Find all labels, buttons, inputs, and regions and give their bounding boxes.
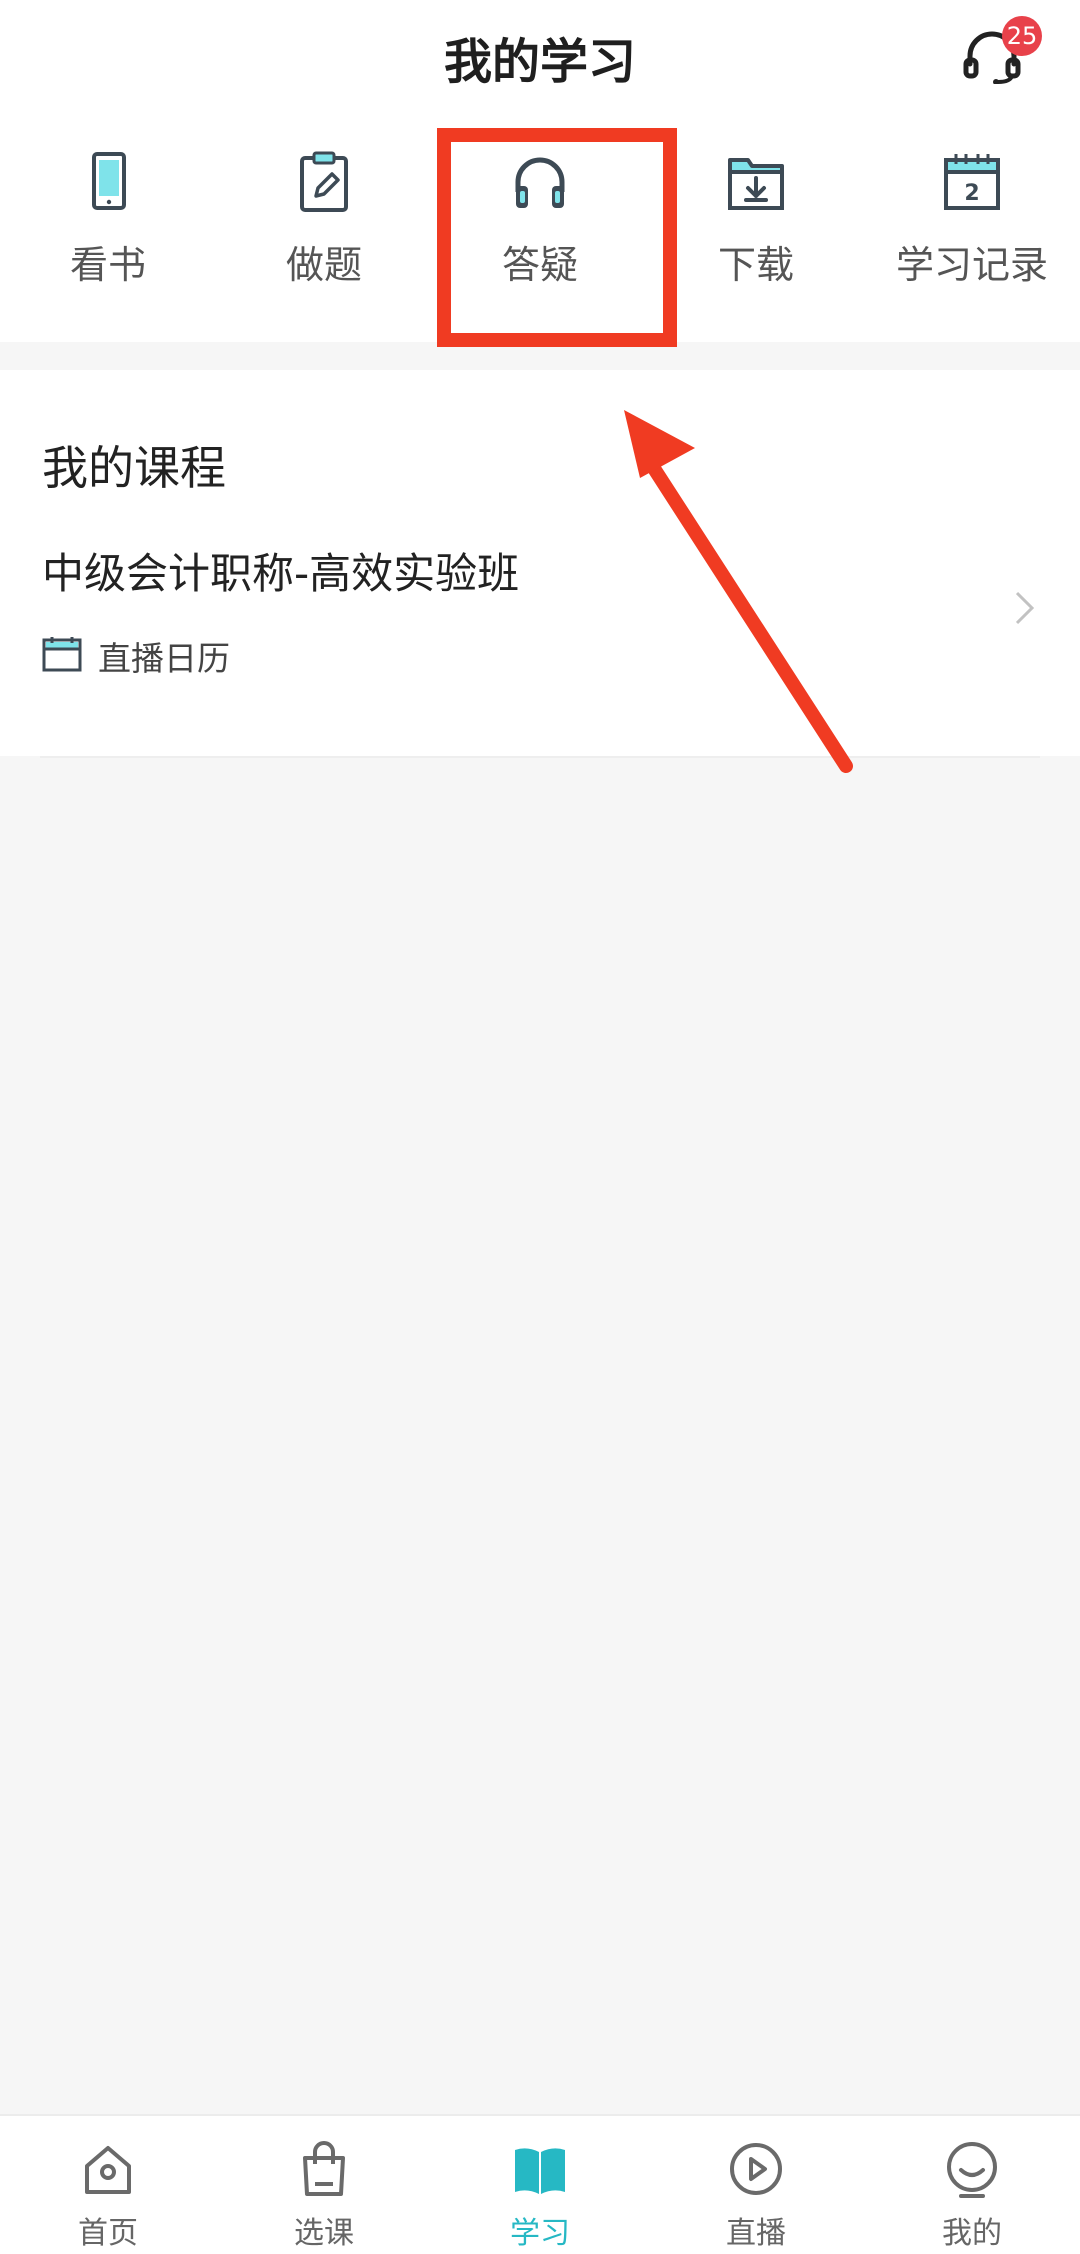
quick-action-read[interactable]: 看书 xyxy=(0,150,216,290)
tab-label: 学习 xyxy=(510,2216,570,2251)
header: 我的学习 25 看书 做题 答疑 下载 2 学习记录 xyxy=(0,0,1080,347)
quick-action-download[interactable]: 下载 xyxy=(648,150,864,290)
open-book-icon xyxy=(515,2148,565,2194)
quick-action-label: 看书 xyxy=(69,243,146,287)
tab-home[interactable]: 首页 xyxy=(0,2116,216,2254)
tab-courses[interactable]: 选课 xyxy=(216,2116,432,2254)
quick-action-label: 学习记录 xyxy=(895,243,1048,287)
tab-label: 选课 xyxy=(294,2216,354,2251)
clipboard-edit-icon xyxy=(300,151,348,212)
calendar-icon: 2 xyxy=(944,154,1000,210)
smiley-face-icon xyxy=(947,2142,997,2198)
notification-badge: 25 xyxy=(1002,16,1042,56)
quick-action-label: 下载 xyxy=(717,243,794,287)
download-folder-icon xyxy=(728,158,784,210)
tab-label: 首页 xyxy=(78,2216,138,2251)
course-list-item[interactable]: 中级会计职称-高效实验班 直播日历 xyxy=(0,540,1080,730)
tab-label: 直播 xyxy=(726,2216,786,2251)
my-courses-card: 我的课程 中级会计职称-高效实验班 直播日历 xyxy=(0,370,1080,758)
live-calendar-icon xyxy=(42,637,82,672)
section-title: 我的课程 xyxy=(42,441,226,495)
chevron-right-icon xyxy=(1015,591,1035,625)
play-circle-icon xyxy=(730,2143,782,2195)
page-title: 我的学习 xyxy=(443,34,636,90)
quick-action-study-record[interactable]: 2 学习记录 xyxy=(864,150,1080,290)
quick-action-label: 做题 xyxy=(285,243,362,287)
divider xyxy=(40,756,1040,758)
live-calendar-link[interactable]: 直播日历 xyxy=(98,632,230,680)
tab-label: 我的 xyxy=(942,2216,1002,2251)
shopping-bag-icon xyxy=(303,2141,345,2196)
svg-text:2: 2 xyxy=(964,181,979,206)
annotation-highlight-box xyxy=(437,128,677,347)
home-icon xyxy=(85,2146,131,2194)
tab-me[interactable]: 我的 xyxy=(864,2116,1080,2254)
course-name: 中级会计职称-高效实验班 xyxy=(42,549,520,598)
quick-action-practice[interactable]: 做题 xyxy=(216,150,432,290)
customer-support-button[interactable]: 25 xyxy=(952,16,1042,86)
tab-study[interactable]: 学习 xyxy=(432,2116,648,2254)
bottom-tab-bar: 首页 选课 学习 直播 我的 xyxy=(0,2114,1080,2254)
tab-live[interactable]: 直播 xyxy=(648,2116,864,2254)
tablet-icon xyxy=(92,152,126,210)
